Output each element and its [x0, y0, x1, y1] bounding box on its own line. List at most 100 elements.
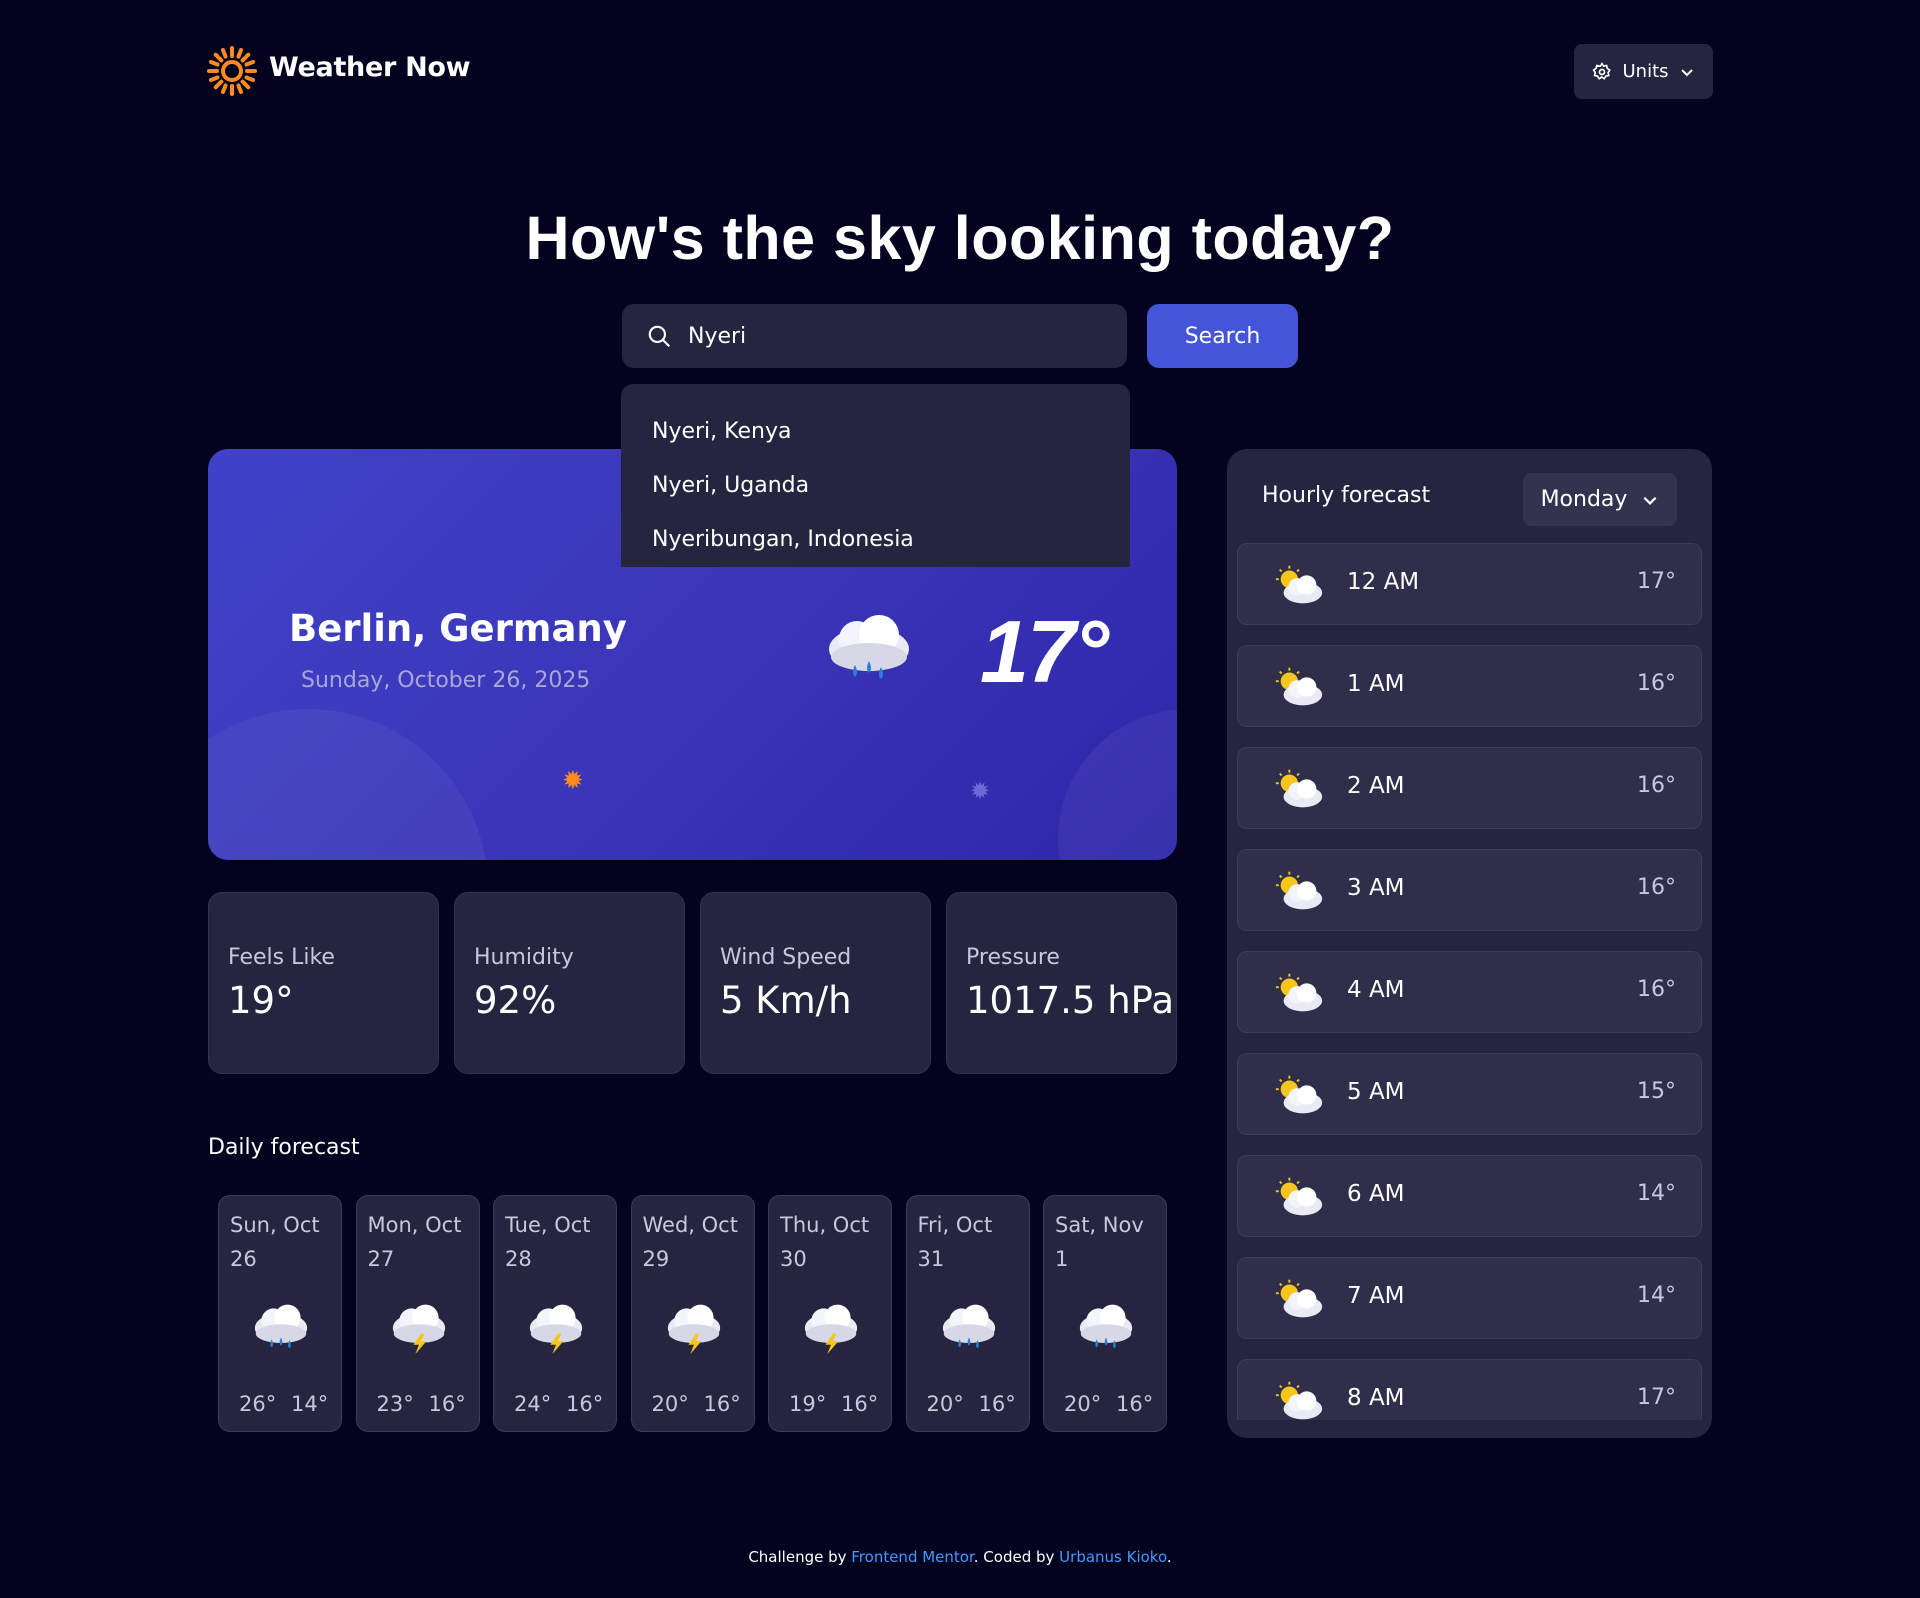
stat-value: 92%: [474, 979, 557, 1022]
author-link[interactable]: Urbanus Kioko: [1059, 1548, 1167, 1566]
search-value[interactable]: Nyeri: [688, 324, 746, 349]
day-select-value: Monday: [1540, 487, 1628, 512]
partly-cloudy-icon: [1275, 871, 1323, 910]
rain-icon: [942, 1304, 995, 1349]
search-input[interactable]: Nyeri: [622, 304, 1127, 368]
footer-text: Challenge by: [748, 1548, 852, 1566]
sparkle-icon: ✹: [970, 777, 991, 805]
day-low-temp: 16°: [978, 1392, 1016, 1416]
current-date: Sunday, October 26, 2025: [301, 668, 591, 693]
hour-temp: 16°: [1637, 875, 1676, 900]
hourly-row: 6 AM 14°: [1237, 1155, 1702, 1237]
hour-time: 5 AM: [1347, 1079, 1405, 1105]
hour-temp: 15°: [1637, 1079, 1676, 1104]
day-low-temp: 16°: [1116, 1392, 1154, 1416]
hour-time: 2 AM: [1347, 773, 1405, 799]
day-select-dropdown[interactable]: Monday: [1523, 473, 1677, 526]
partly-cloudy-icon: [1275, 1381, 1323, 1420]
search-button[interactable]: Search: [1147, 304, 1298, 368]
stat-feels-like: Feels Like 19°: [208, 892, 439, 1074]
daily-forecast-title: Daily forecast: [208, 1135, 360, 1160]
hour-time: 3 AM: [1347, 875, 1405, 901]
rain-icon: [254, 1304, 308, 1349]
hour-time: 8 AM: [1347, 1385, 1405, 1411]
hour-temp: 16°: [1637, 977, 1676, 1002]
partly-cloudy-icon: [1275, 973, 1323, 1012]
day-high-temp: 20°: [651, 1392, 689, 1416]
sun-logo-icon: [207, 46, 257, 96]
day-name: Mon, Oct 27: [367, 1213, 462, 1271]
hourly-row: 3 AM 16°: [1237, 849, 1702, 931]
search-icon: [648, 325, 671, 348]
day-high-temp: 20°: [926, 1392, 964, 1416]
hour-time: 4 AM: [1347, 977, 1405, 1003]
storm-icon: [804, 1304, 858, 1355]
rain-icon: [1079, 1304, 1133, 1349]
hourly-row: 12 AM 17°: [1237, 543, 1702, 625]
footer-attribution: Challenge by Frontend Mentor. Coded by U…: [0, 1548, 1920, 1566]
day-low-temp: 16°: [566, 1392, 604, 1416]
hour-temp: 14°: [1637, 1283, 1676, 1308]
day-high-temp: 23°: [376, 1392, 414, 1416]
page-title: How's the sky looking today?: [525, 204, 1395, 272]
daily-forecast-card: Mon, Oct 27 23° 16°: [355, 1195, 480, 1432]
hour-temp: 17°: [1637, 1385, 1676, 1410]
day-name: Thu, Oct 30: [780, 1213, 870, 1271]
suggestion-item[interactable]: Nyeri, Uganda: [621, 458, 1130, 512]
partly-cloudy-icon: [1275, 1177, 1323, 1216]
stat-label: Feels Like: [228, 945, 335, 970]
partly-cloudy-icon: [1275, 769, 1323, 808]
day-low-temp: 16°: [841, 1392, 879, 1416]
hour-time: 7 AM: [1347, 1283, 1405, 1309]
day-high-temp: 19°: [789, 1392, 827, 1416]
stat-wind-speed: Wind Speed 5 Km/h: [700, 892, 931, 1074]
day-high-temp: 20°: [1064, 1392, 1102, 1416]
storm-icon: [392, 1304, 445, 1355]
partly-cloudy-icon: [1275, 565, 1323, 604]
hourly-forecast-panel: Hourly forecast Monday 12 AM 17° 1 AM 16° 2 …: [1227, 449, 1712, 1438]
chevron-down-icon: [1644, 496, 1657, 505]
partly-cloudy-icon: [1275, 1279, 1323, 1318]
hour-time: 6 AM: [1347, 1181, 1405, 1207]
rain-icon: [829, 615, 909, 679]
current-city: Berlin, Germany: [289, 607, 627, 650]
hour-temp: 16°: [1637, 671, 1676, 696]
stat-pressure: Pressure 1017.5 hPa: [946, 892, 1177, 1074]
partly-cloudy-icon: [1275, 667, 1323, 706]
stat-humidity: Humidity 92%: [454, 892, 685, 1074]
chevron-down-icon: [1680, 68, 1693, 76]
daily-forecast-card: Sun, Oct 26 26° 14°: [218, 1195, 342, 1432]
hour-time: 12 AM: [1347, 569, 1420, 595]
stat-value: 19°: [228, 979, 294, 1022]
daily-forecast-card: Tue, Oct 28 24° 16°: [493, 1195, 617, 1432]
footer-text: .: [1166, 1548, 1172, 1566]
suggestion-item[interactable]: Nyeri, Kenya: [621, 404, 1130, 458]
day-name: Fri, Oct 31: [917, 1213, 993, 1271]
sparkle-icon: ✹: [562, 766, 584, 796]
stat-label: Wind Speed: [720, 945, 852, 970]
hourly-row: 8 AM 17°: [1237, 1359, 1702, 1420]
stat-label: Humidity: [474, 945, 574, 970]
partly-cloudy-icon: [1275, 1075, 1323, 1114]
day-low-temp: 14°: [291, 1392, 329, 1416]
hourly-list[interactable]: 12 AM 17° 1 AM 16° 2 AM 16° 3 AM 16° 4 AM 16° 5 AM…: [1237, 543, 1702, 1420]
current-temperature: 17°: [980, 602, 1109, 701]
stat-label: Pressure: [966, 945, 1060, 970]
hourly-row: 1 AM 16°: [1237, 645, 1702, 727]
hour-temp: 16°: [1637, 773, 1676, 798]
day-name: Sun, Oct 26: [230, 1213, 320, 1271]
hour-temp: 17°: [1637, 569, 1676, 594]
hourly-row: 7 AM 14°: [1237, 1257, 1702, 1339]
hour-time: 1 AM: [1347, 671, 1405, 697]
day-high-temp: 24°: [514, 1392, 552, 1416]
suggestion-item[interactable]: Nyeribungan, Indonesia: [621, 512, 1130, 566]
hourly-row: 5 AM 15°: [1237, 1053, 1702, 1135]
storm-icon: [529, 1304, 583, 1355]
day-low-temp: 16°: [428, 1392, 466, 1416]
day-name: Tue, Oct 28: [505, 1213, 591, 1271]
units-button[interactable]: Units: [1574, 44, 1713, 99]
hour-temp: 14°: [1637, 1181, 1676, 1206]
frontend-mentor-link[interactable]: Frontend Mentor: [851, 1548, 974, 1566]
storm-icon: [667, 1304, 720, 1355]
hourly-row: 2 AM 16°: [1237, 747, 1702, 829]
